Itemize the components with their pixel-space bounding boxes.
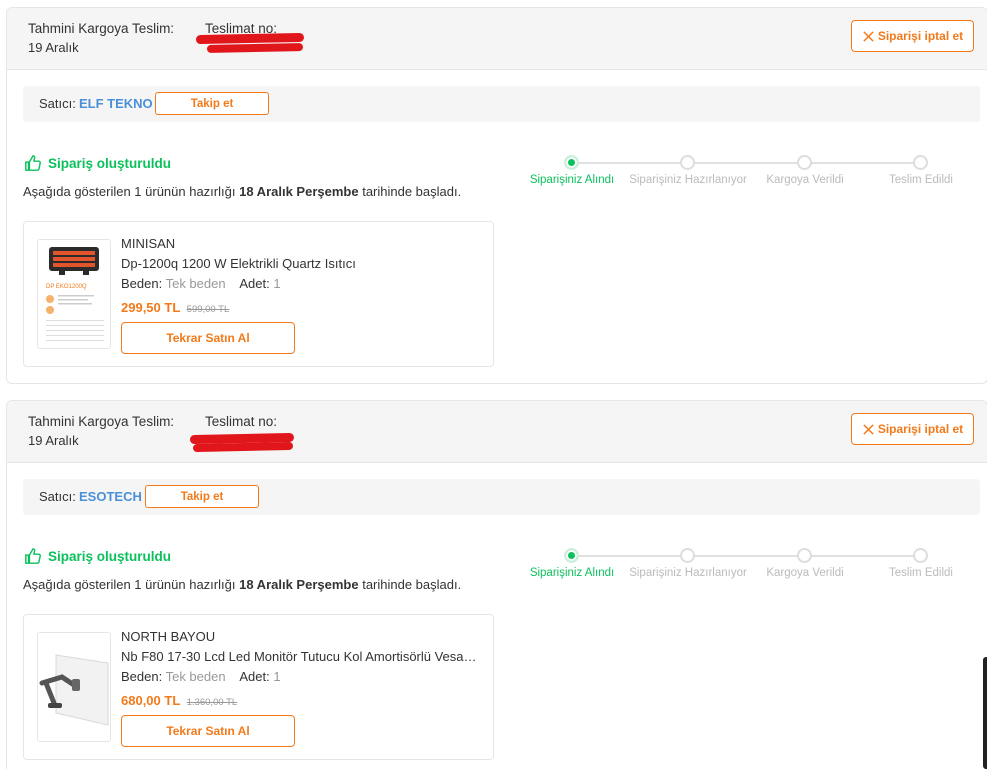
size-label: Beden: [121, 276, 163, 291]
step-label-preparing: Siparişiniz Hazırlanıyor [629, 174, 747, 186]
size-value: Tek beden [165, 276, 226, 291]
order-card: Tahmini Kargoya Teslim: 19 Aralık Teslim… [6, 7, 987, 384]
step-label-received: Siparişiniz Alındı [529, 567, 615, 579]
order-status-title: Sipariş oluşturuldu [24, 547, 171, 565]
step-dot-preparing [680, 155, 695, 170]
tracker-line [572, 555, 922, 557]
status-desc-pre: Aşağıda gösterilen 1 ürünün hazırlığı [23, 577, 236, 592]
status-desc-post: tarihinde başladı. [362, 184, 462, 199]
quantity-label: Adet: [239, 276, 270, 291]
cancel-order-button[interactable]: Siparişi iptal et [851, 20, 974, 52]
redaction-mark [192, 441, 294, 453]
old-price: 599,00 TL [186, 304, 230, 315]
cancel-order-button[interactable]: Siparişi iptal et [851, 413, 974, 445]
cancel-order-label: Siparişi iptal et [877, 29, 964, 43]
status-desc-post: tarihinde başladı. [362, 577, 462, 592]
eta-label: Tahmini Kargoya Teslim: [28, 414, 175, 429]
step-dot-preparing [680, 548, 695, 563]
step-label-received: Siparişiniz Alındı [529, 174, 615, 186]
close-icon [863, 30, 874, 42]
size-label: Beden: [121, 669, 163, 684]
product-card: NORTH BAYOU Nb F80 17-30 Lcd Led Monitör… [23, 614, 494, 760]
current-price: 299,50 TL [121, 300, 181, 315]
order-progress-tracker: Siparişiniz Alındı Siparişiniz Hazırlanı… [527, 548, 967, 588]
product-name-link[interactable]: Dp-1200q 1200 W Elektrikli Quartz Isıtıc… [121, 256, 481, 271]
eta-value: 19 Aralık [28, 433, 79, 448]
step-label-delivered: Teslim Edildi [889, 567, 953, 579]
seller-bar: Satıcı: ESOTECH Takip et [23, 479, 980, 515]
step-dot-shipped [797, 548, 812, 563]
buy-again-button[interactable]: Tekrar Satın Al [121, 322, 295, 354]
step-dot-shipped [797, 155, 812, 170]
product-name-link[interactable]: Nb F80 17-30 Lcd Led Monitör Tutucu Kol … [121, 649, 481, 664]
seller-label: Satıcı: [39, 489, 76, 504]
step-label-preparing: Siparişiniz Hazırlanıyor [629, 567, 747, 579]
product-attributes: Beden: Tek beden Adet: 1 [121, 669, 281, 684]
product-price: 680,00 TL 1.360,00 TL [121, 693, 237, 708]
order-card: Tahmini Kargoya Teslim: 19 Aralık Teslim… [6, 400, 987, 769]
status-desc-date: 18 Aralık Perşembe [239, 184, 359, 199]
thumbs-up-icon [25, 548, 41, 564]
status-title-text: Sipariş oluşturuldu [48, 155, 172, 171]
step-label-shipped: Kargoya Verildi [766, 174, 844, 186]
old-price: 1.360,00 TL [186, 697, 238, 708]
product-card: DP EKO1200Q MINISAN Dp-1200q 1200 W Elek… [23, 221, 494, 367]
tracking-label: Teslimat no: [205, 414, 278, 429]
monitor-arm-image [38, 633, 110, 741]
product-attributes: Beden: Tek beden Adet: 1 [121, 276, 281, 291]
close-icon [863, 423, 874, 435]
redaction-mark [206, 42, 304, 54]
size-value: Tek beden [165, 669, 226, 684]
scroll-edge [983, 657, 987, 769]
status-title-text: Sipariş oluşturuldu [48, 548, 172, 564]
status-description: Aşağıda gösterilen 1 ürünün hazırlığı 18… [23, 184, 461, 199]
order-header: Tahmini Kargoya Teslim: 19 Aralık Teslim… [7, 8, 987, 70]
product-image[interactable]: DP EKO1200Q [37, 239, 111, 349]
step-dot-delivered [913, 548, 928, 563]
seller-label: Satıcı: [39, 96, 76, 111]
seller-name-link[interactable]: ELF TEKNO [79, 96, 153, 111]
order-status-title: Sipariş oluşturuldu [24, 154, 171, 172]
quantity-value: 1 [273, 669, 281, 684]
thumb-caption: DP EKO1200Q [46, 284, 87, 290]
product-brand: MINISAN [121, 236, 176, 251]
status-description: Aşağıda gösterilen 1 ürünün hazırlığı 18… [23, 577, 461, 592]
seller-name-link[interactable]: ESOTECH [79, 489, 142, 504]
seller-bar: Satıcı: ELF TEKNO Takip et [23, 86, 980, 122]
cancel-order-label: Siparişi iptal et [877, 422, 964, 436]
current-price: 680,00 TL [121, 693, 181, 708]
follow-seller-button[interactable]: Takip et [155, 92, 269, 115]
eta-label: Tahmini Kargoya Teslim: [28, 21, 175, 36]
quantity-value: 1 [273, 276, 281, 291]
status-desc-pre: Aşağıda gösterilen 1 ürünün hazırlığı [23, 184, 236, 199]
step-dot-received [564, 155, 579, 170]
follow-seller-button[interactable]: Takip et [145, 485, 259, 508]
step-label-shipped: Kargoya Verildi [766, 567, 844, 579]
step-dot-received [564, 548, 579, 563]
eta-value: 19 Aralık [28, 40, 79, 55]
heater-image: DP EKO1200Q [38, 240, 110, 348]
quantity-label: Adet: [239, 669, 270, 684]
order-progress-tracker: Siparişiniz Alındı Siparişiniz Hazırlanı… [527, 155, 967, 195]
thumbs-up-icon [25, 155, 41, 171]
step-label-delivered: Teslim Edildi [889, 174, 953, 186]
status-desc-date: 18 Aralık Perşembe [239, 577, 359, 592]
buy-again-button[interactable]: Tekrar Satın Al [121, 715, 295, 747]
product-price: 299,50 TL 599,00 TL [121, 300, 229, 315]
order-header: Tahmini Kargoya Teslim: 19 Aralık Teslim… [7, 401, 987, 463]
product-brand: NORTH BAYOU [121, 629, 216, 644]
tracker-line [572, 162, 922, 164]
step-dot-delivered [913, 155, 928, 170]
product-image[interactable] [37, 632, 111, 742]
